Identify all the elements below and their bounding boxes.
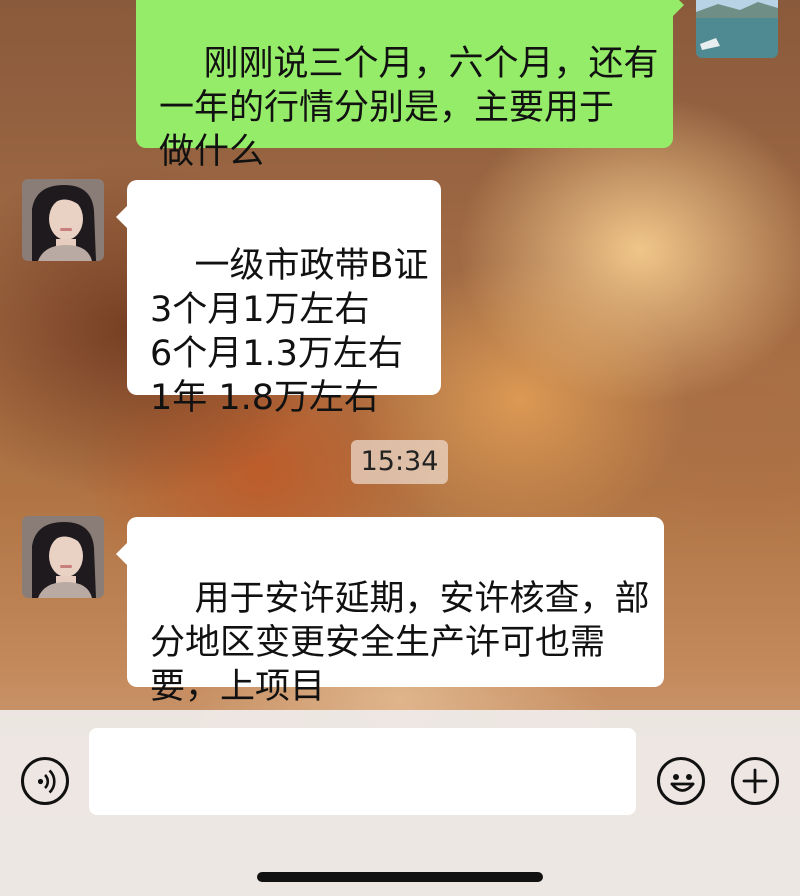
contact-avatar[interactable] [22,179,104,261]
input-bar [0,710,800,896]
home-indicator[interactable] [257,872,543,882]
timestamp: 15:34 [351,440,448,484]
contact-message-bubble[interactable]: 一级市政带B证 3个月1万左右 6个月1.3万左右 1年 1.8万左右 [116,180,441,418]
message-input[interactable] [89,728,636,815]
message-text: 刚刚说三个月，六个月，还有 一年的行情分别是，主要用于 做什么 [159,44,659,172]
emoji-button[interactable] [657,757,705,805]
message-text: 用于安许延期，安许核查，部 分地区变更安全生产许可也需 要，上项目 [150,579,650,707]
add-button[interactable] [731,757,779,805]
emoji-icon [670,774,695,792]
plus-icon [742,768,768,794]
my-message-bubble[interactable]: 刚刚说三个月，六个月，还有 一年的行情分别是，主要用于 做什么 [136,0,684,172]
chat-screen: 刚刚说三个月，六个月，还有 一年的行情分别是，主要用于 做什么 一级市政带B证 … [0,0,800,896]
my-avatar[interactable] [696,0,778,58]
contact-message-bubble[interactable]: 用于安许延期，安许核查，部 分地区变更安全生产许可也需 要，上项目 [116,517,664,707]
voice-icon [37,769,56,794]
voice-button[interactable] [21,757,69,805]
message-text: 一级市政带B证 3个月1万左右 6个月1.3万左右 1年 1.8万左右 [150,246,429,418]
contact-avatar[interactable] [22,516,104,598]
